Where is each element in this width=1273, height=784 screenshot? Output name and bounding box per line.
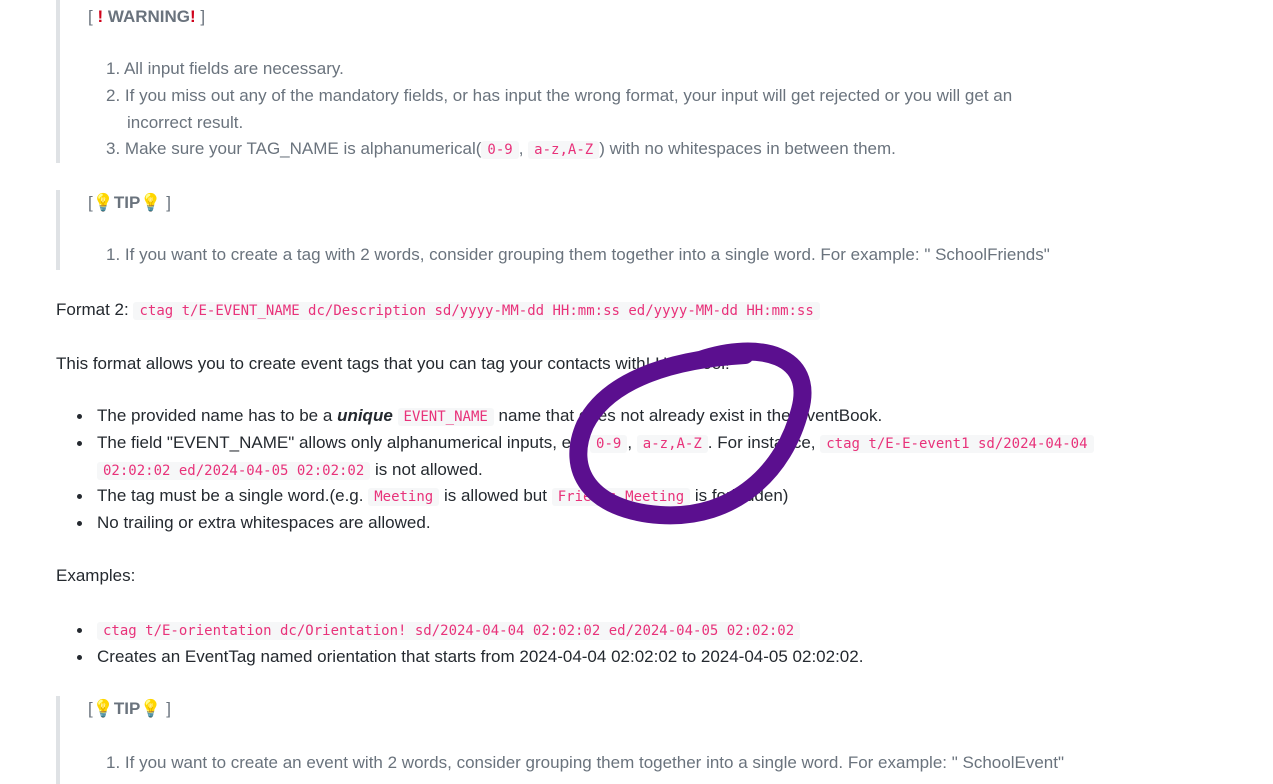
warning-item-2: 2. If you miss out any of the mandatory … — [106, 86, 1013, 105]
example-description: Creates an EventTag named orientation th… — [76, 643, 863, 670]
warning-item-2-cont: incorrect result. — [127, 113, 244, 132]
tip-heading: [💡TIP💡 ] — [88, 193, 171, 212]
warning-blockquote-bar — [56, 0, 60, 163]
format2-code: ctag t/E-EVENT_NAME dc/Description sd/yy… — [133, 302, 820, 320]
warning-item-1: 1. All input fields are necessary. — [106, 59, 344, 78]
lightbulb-icon: 💡 — [92, 193, 114, 212]
examples-label: Examples: — [56, 566, 136, 585]
exclamation-icon: ! — [190, 7, 196, 26]
example-code-item: ctag t/E-orientation dc/Orientation! sd/… — [76, 616, 801, 645]
bullet-alphanumeric: The field "EVENT_NAME" allows only alpha… — [77, 429, 1094, 458]
lightbulb-icon: 💡 — [140, 699, 162, 718]
tip-blockquote-bar — [56, 190, 60, 270]
format2-line: Format 2: ctag t/E-EVENT_NAME dc/Descrip… — [56, 296, 820, 325]
tip2-heading: [💡TIP💡 ] — [88, 699, 171, 718]
bullet-alphanumeric-cont: 02:02:02 ed/2024-04-05 02:02:02 is not a… — [97, 456, 483, 485]
exclamation-icon: ! — [97, 7, 104, 26]
lightbulb-icon: 💡 — [92, 699, 114, 718]
intro-text: This format allows you to create event t… — [56, 354, 730, 373]
bullet-whitespace: No trailing or extra whitespaces are all… — [77, 509, 431, 536]
bullet-single-word: The tag must be a single word.(e.g. Meet… — [76, 482, 788, 511]
tip-item-1: 1. If you want to create a tag with 2 wo… — [106, 245, 1050, 264]
warning-item-3: 3. Make sure your TAG_NAME is alphanumer… — [106, 139, 896, 159]
tip2-blockquote-bar — [56, 696, 60, 784]
bullet-unique: The provided name has to be a unique EVE… — [76, 402, 882, 431]
lightbulb-icon: 💡 — [140, 193, 162, 212]
tip2-item-1: 1. If you want to create an event with 2… — [106, 753, 1064, 772]
warning-heading: [ ! WARNING! ] — [88, 7, 206, 26]
